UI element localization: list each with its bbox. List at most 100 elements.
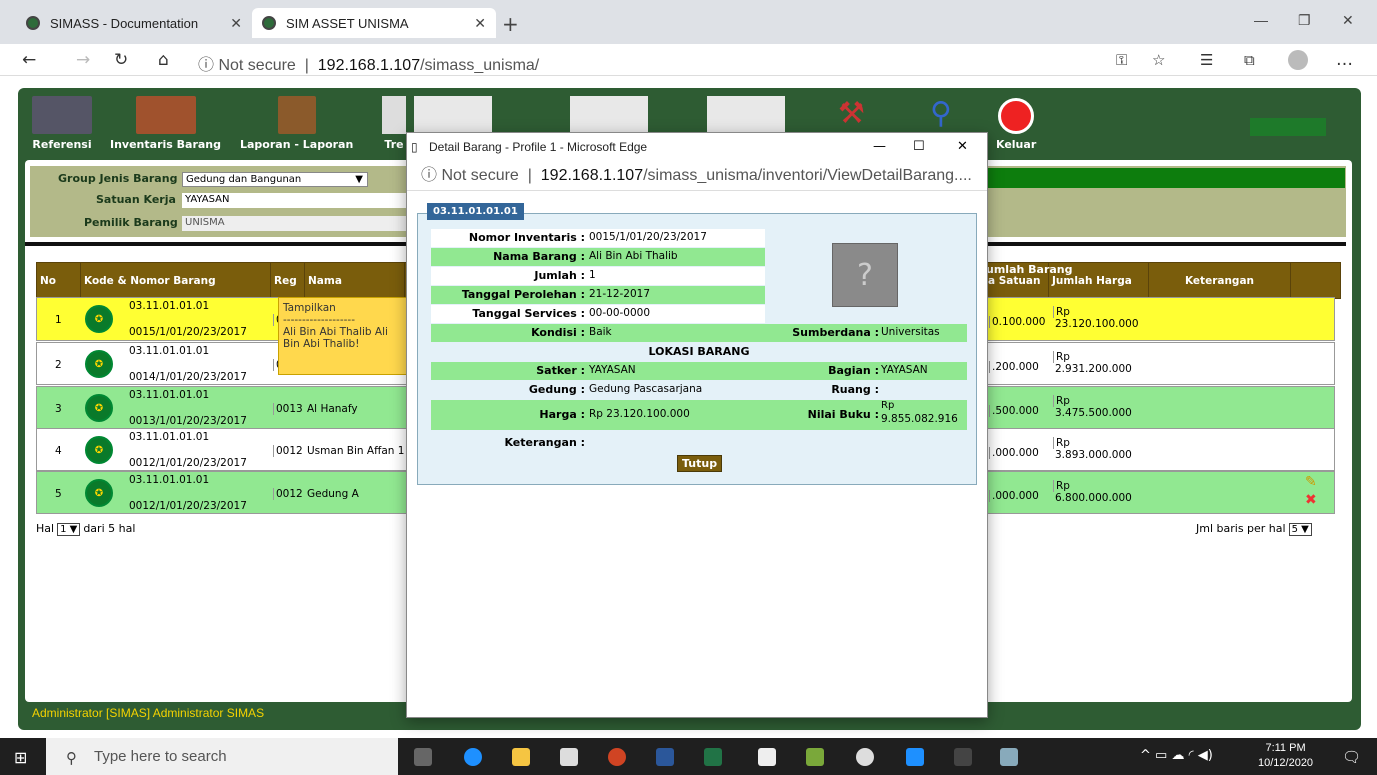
tree-image [382,96,406,134]
label-bagian: Bagian : [828,364,879,377]
edge-icon[interactable] [464,748,482,766]
restore-icon[interactable]: ❐ [1298,12,1311,29]
clock[interactable]: 7:11 PM 10/12/2020 [1258,741,1313,771]
notification-icon[interactable]: 🗨 [1342,748,1361,766]
edit-icon[interactable]: ✎ [1305,474,1325,490]
harga-prefix: Rp [1053,480,1153,492]
university-logo-icon: ✪ [85,305,113,333]
close-icon[interactable]: ✕ [230,15,242,32]
value-jumlah: 1 [589,269,596,281]
tab-sim-asset[interactable]: SIM ASSET UNISMA ✕ [252,8,496,38]
row-number: 3 [55,403,62,415]
lokasi-heading: LOKASI BARANG [648,345,750,358]
page-select[interactable]: 1 ▼ [57,523,81,536]
label-gedung: Gedung : [528,383,585,396]
menu-referensi[interactable]: Referensi [32,96,92,151]
value-satker: YAYASAN [589,364,636,376]
menu-keluar[interactable]: Keluar [996,98,1036,151]
value-tanggal_services: 00-00-0000 [589,307,651,319]
label-nomor_inventaris: Nomor Inventaris : [468,231,585,244]
settings-icon[interactable] [856,748,874,766]
jumlah-harga: 3.893.000.000 [1055,449,1132,461]
harga-satuan: .000.000 [989,490,1051,502]
file-explorer-icon[interactable] [512,748,530,766]
windows-start-icon[interactable]: ⊞ [14,748,27,767]
harga-prefix: Rp [1053,306,1153,318]
diagram-image[interactable] [570,96,648,132]
reg-number: 0013 [273,403,307,415]
label-sumberdana: Sumberdana : [792,326,879,339]
pager: Hal 1 ▼ dari 5 hal [36,522,136,536]
search-icon[interactable]: ⚲ [930,96,952,131]
rows-per-page: Jml baris per hal 5 ▼ [1196,522,1315,536]
university-logo-icon: ✪ [85,394,113,422]
diagram-image[interactable] [414,96,492,132]
tooltip: Tampilkan ------------------- Ali Bin Ab… [278,297,408,375]
close-window-icon[interactable]: ✕ [1342,12,1354,29]
value-keterangan [589,434,765,451]
green-bar [988,168,1345,188]
refresh-icon[interactable]: ↻ [114,50,128,70]
close-icon[interactable]: ✕ [474,15,486,32]
favorite-star-icon[interactable]: ☆ [1152,51,1165,69]
value-harga: Rp 23.120.100.000 [589,408,690,420]
tutup-button[interactable]: Tutup [677,455,723,472]
value-sumberdana: Universitas [881,326,940,338]
group-select[interactable]: Gedung dan Bangunan ▼ [182,172,368,187]
value-ruang [881,381,967,398]
menu-laporan[interactable]: Laporan - Laporan [240,96,353,151]
label-ruang: Ruang : [831,383,879,396]
collections-icon[interactable]: ⧉ [1244,51,1255,69]
label-jumlah: Jumlah : [534,269,585,282]
search-icon: ⚲ [66,749,77,767]
jumlah-harga: 6.800.000.000 [1055,492,1132,504]
menu-tree[interactable]: Tre [382,96,406,151]
paint-icon[interactable] [1000,748,1018,766]
forward-icon[interactable]: → [76,50,90,70]
tools-icon[interactable]: ⚒ [838,96,865,131]
kode-barang: 03.11.01.01.01 [129,300,210,312]
inventory-image [32,96,92,134]
item-name: Usman Bin Affan 1 [307,445,405,457]
row-number: 5 [55,488,62,500]
new-tab-icon[interactable]: + [502,12,519,36]
jumlah-harga: 2.931.200.000 [1055,363,1132,375]
diagram-image[interactable] [707,96,785,132]
home-icon[interactable]: ⌂ [158,50,169,70]
mail-icon[interactable] [758,748,776,766]
harga-satuan: .500.000 [989,405,1051,417]
value-nilai-buku: 9.855.082.916 [881,413,958,425]
store-icon[interactable] [560,748,578,766]
favorites-icon[interactable]: ☰ [1200,51,1213,69]
detail-popup-window: ▯ Detail Barang - Profile 1 - Microsoft E… [406,132,988,718]
more-icon[interactable]: … [1336,50,1353,70]
task-view-icon[interactable] [414,748,432,766]
word-icon[interactable] [656,748,674,766]
notepad-icon[interactable] [806,748,824,766]
minimize-icon[interactable]: — [1254,12,1268,28]
value-bagian: YAYASAN [881,364,928,376]
back-icon[interactable]: ← [22,50,36,70]
taskbar-search[interactable]: Type here to search [46,738,398,775]
value-kondisi: Baik [589,326,612,338]
tab-documentation[interactable]: SIMASS - Documentation ✕ [16,8,252,38]
profile-avatar[interactable] [1288,50,1308,70]
university-logo-icon: ✪ [85,436,113,464]
rows-per-page-select[interactable]: 5 ▼ [1288,523,1312,536]
nomor-barang: 0013/1/01/20/23/2017 [129,415,247,427]
site-icon [26,16,40,30]
key-icon[interactable]: ⚿ [1116,51,1127,69]
jumlah-harga: 23.120.100.000 [1055,318,1139,330]
excel-icon[interactable] [704,748,722,766]
powerpoint-icon[interactable] [608,748,626,766]
url-field[interactable]: ⓘ Not secure | 192.168.1.107/simass_unis… [198,51,539,75]
system-tray-icons[interactable]: ^ ▭ ☁ ◜ ◀) [1140,748,1213,763]
kode-barang: 03.11.01.01.01 [129,389,210,401]
menu-inventaris[interactable]: Inventaris Barang [110,96,221,151]
terminal-icon[interactable] [954,748,972,766]
nomor-barang: 0012/1/01/20/23/2017 [129,500,247,512]
delete-icon[interactable]: ✖ [1305,492,1325,508]
harga-satuan: 0.100.000 [989,316,1051,328]
value-tanggal_perolehan: 21-12-2017 [589,288,651,300]
app-icon[interactable] [906,748,924,766]
